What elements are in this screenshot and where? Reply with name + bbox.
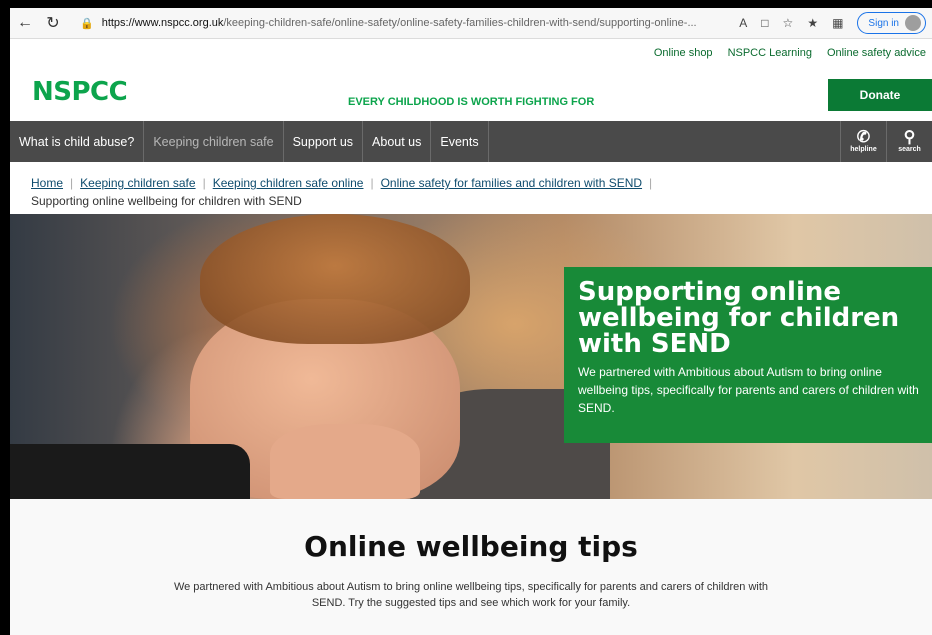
refresh-icon[interactable]: ↻ (44, 14, 62, 32)
breadcrumb-current: Supporting online wellbeing for children… (31, 194, 302, 208)
nav-item-what-is-child-abuse[interactable]: What is child abuse? (10, 121, 145, 162)
breadcrumb-keeping-children-safe[interactable]: Keeping children safe (80, 176, 195, 190)
hero-intro: We partnered with Ambitious about Autism… (578, 365, 919, 415)
back-icon[interactable]: ← (16, 14, 34, 32)
breadcrumb: Home | Keeping children safe | Keeping chi… (10, 162, 932, 214)
donate-button[interactable]: Donate (828, 79, 932, 111)
hero-image-hand (270, 424, 420, 499)
tips-heading: Online wellbeing tips (304, 530, 638, 563)
hero-panel: Supporting online wellbeing for children… (564, 267, 932, 443)
breadcrumb-online-safety-send[interactable]: Online safety for families and children … (381, 176, 642, 190)
read-aloud-icon[interactable]: A (739, 16, 747, 30)
nav-item-keeping-children-safe[interactable]: Keeping children safe (144, 121, 284, 162)
favorites-icon[interactable]: ★ (807, 16, 818, 30)
tips-intro: We partnered with Ambitious about Autism… (173, 581, 769, 609)
breadcrumb-keeping-children-safe-online[interactable]: Keeping children safe online (213, 176, 364, 190)
browser-toolbar: ← ↻ 🔒 https://www.nspcc.org.uk/keeping-c… (10, 8, 932, 39)
online-shop-link[interactable]: Online shop (654, 47, 713, 59)
breadcrumb-home[interactable]: Home (31, 176, 63, 190)
nav-item-events[interactable]: Events (431, 121, 489, 162)
nspcc-logo[interactable]: NSPCC (32, 77, 128, 107)
nav-utility: ✆ helpline ⚲ search (840, 121, 932, 162)
avatar (905, 15, 921, 31)
main-nav: What is child abuse? Keeping children sa… (10, 121, 932, 162)
hero-image-tablet (10, 444, 250, 499)
search-button[interactable]: ⚲ search (886, 121, 932, 162)
url-text: https://www.nspcc.org.uk/keeping-childre… (101, 17, 697, 29)
collections-icon[interactable]: ▦ (832, 16, 843, 30)
site-header: NSPCC EVERY CHILDHOOD IS WORTH FIGHTING … (10, 67, 932, 121)
nspcc-learning-link[interactable]: NSPCC Learning (728, 47, 812, 59)
browser-actions: A □ ☆ ★ ▦ Sign in (739, 12, 926, 34)
split-screen-icon[interactable]: □ (761, 16, 768, 30)
page-title: Supporting online wellbeing for children… (578, 277, 900, 359)
add-favorite-icon[interactable]: ☆ (783, 16, 794, 30)
nav-item-about-us[interactable]: About us (363, 121, 432, 162)
hero-image-hair (200, 214, 470, 344)
online-safety-advice-link[interactable]: Online safety advice (827, 47, 926, 59)
lock-icon: 🔒 (80, 17, 94, 30)
tagline: EVERY CHILDHOOD IS WORTH FIGHTING FOR (348, 96, 595, 108)
search-icon: ⚲ (903, 129, 916, 146)
phone-icon: ✆ (856, 129, 871, 146)
tips-section: Online wellbeing tips We partnered with … (10, 499, 932, 635)
nav-item-support-us[interactable]: Support us (284, 121, 364, 162)
helpline-button[interactable]: ✆ helpline (840, 121, 886, 162)
address-bar[interactable]: 🔒 https://www.nspcc.org.uk/keeping-child… (72, 11, 729, 35)
hero-banner: Supporting online wellbeing for children… (10, 214, 932, 499)
top-links: Online shop NSPCC Learning Online safety… (10, 39, 932, 67)
sign-in-button[interactable]: Sign in (857, 12, 926, 34)
browser-window: ← ↻ 🔒 https://www.nspcc.org.uk/keeping-c… (10, 8, 932, 635)
